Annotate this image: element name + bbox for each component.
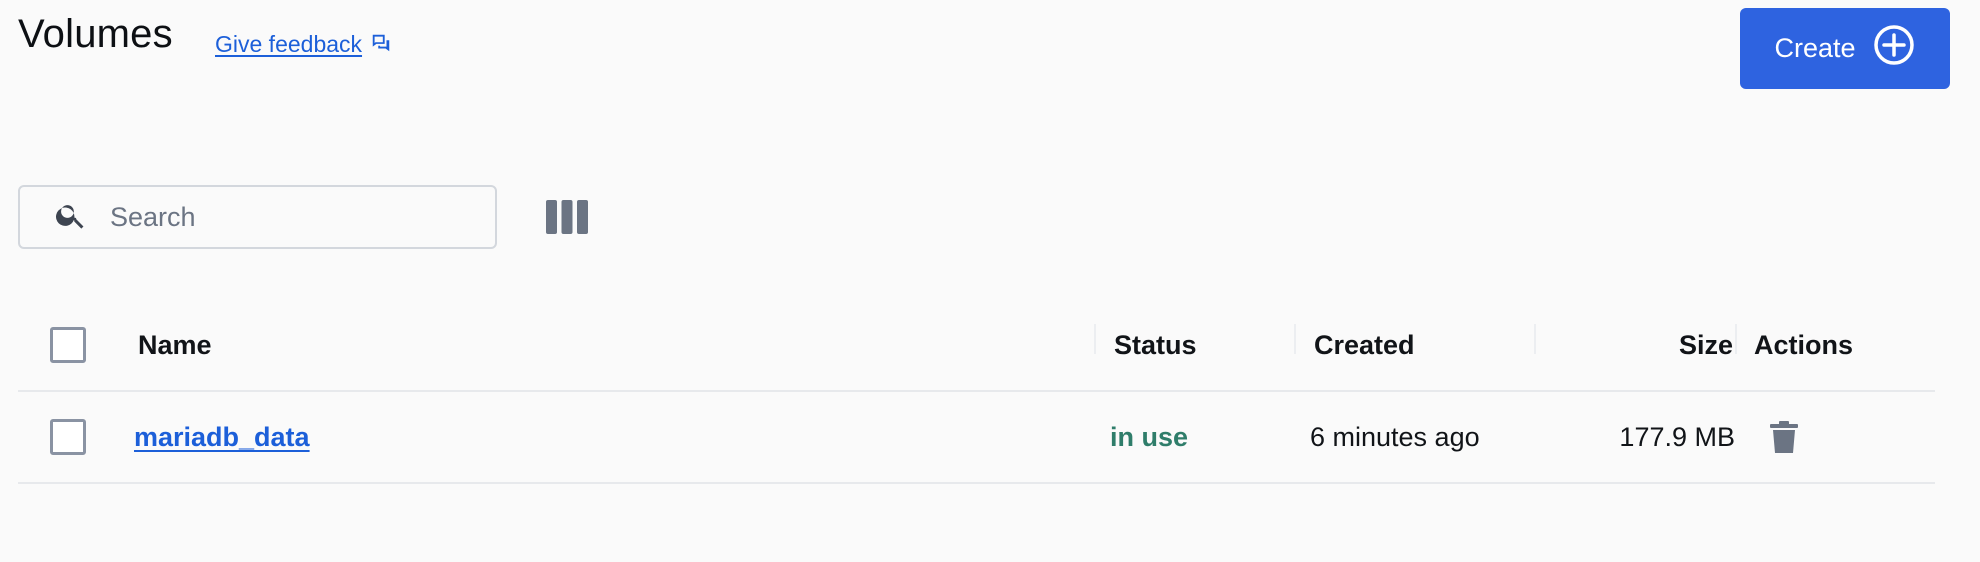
page-title: Volumes (18, 12, 173, 56)
row-checkbox[interactable] (50, 419, 86, 455)
create-button-label: Create (1774, 33, 1856, 63)
plus-circle-icon (1872, 23, 1916, 74)
volumes-page: Volumes Give feedback Create Name (0, 0, 1980, 562)
column-header-size[interactable]: Size (1658, 300, 1733, 390)
column-divider[interactable] (1294, 324, 1296, 354)
column-header-actions: Actions (1754, 329, 1854, 360)
column-header-created[interactable]: Created (1314, 300, 1415, 390)
give-feedback-label: Give feedback (215, 30, 363, 57)
column-divider[interactable] (1094, 324, 1096, 354)
actions-cell (1770, 392, 1798, 482)
search-icon (20, 198, 88, 237)
table-row: mariadb_data in use 6 minutes ago 177.9 … (18, 392, 1935, 484)
created-cell: 6 minutes ago (1310, 421, 1480, 452)
column-header-name[interactable]: Name (138, 300, 212, 390)
status-badge: in use (1110, 421, 1189, 452)
select-all-cell (50, 300, 86, 390)
give-feedback-link[interactable]: Give feedback (215, 28, 392, 60)
table-header-row: Name Status Created Size Actions (18, 300, 1935, 392)
volume-name-cell: mariadb_data (134, 392, 310, 482)
size-cell: 177.9 MB (1619, 421, 1735, 452)
columns-icon[interactable] (546, 200, 588, 234)
status-cell: in use (1110, 392, 1188, 482)
feedback-chat-icon (370, 28, 392, 60)
volume-name-link[interactable]: mariadb_data (134, 422, 310, 453)
column-divider[interactable] (1534, 324, 1536, 354)
column-divider[interactable] (1735, 324, 1737, 354)
search-input[interactable] (110, 201, 470, 233)
trash-icon[interactable] (1770, 421, 1798, 453)
create-button[interactable]: Create (1740, 8, 1950, 89)
column-header-status[interactable]: Status (1114, 300, 1197, 390)
select-all-checkbox[interactable] (50, 327, 86, 363)
row-select-cell (50, 392, 86, 482)
volumes-table: Name Status Created Size Actions mariadb… (18, 300, 1935, 484)
search-field[interactable] (18, 185, 497, 249)
